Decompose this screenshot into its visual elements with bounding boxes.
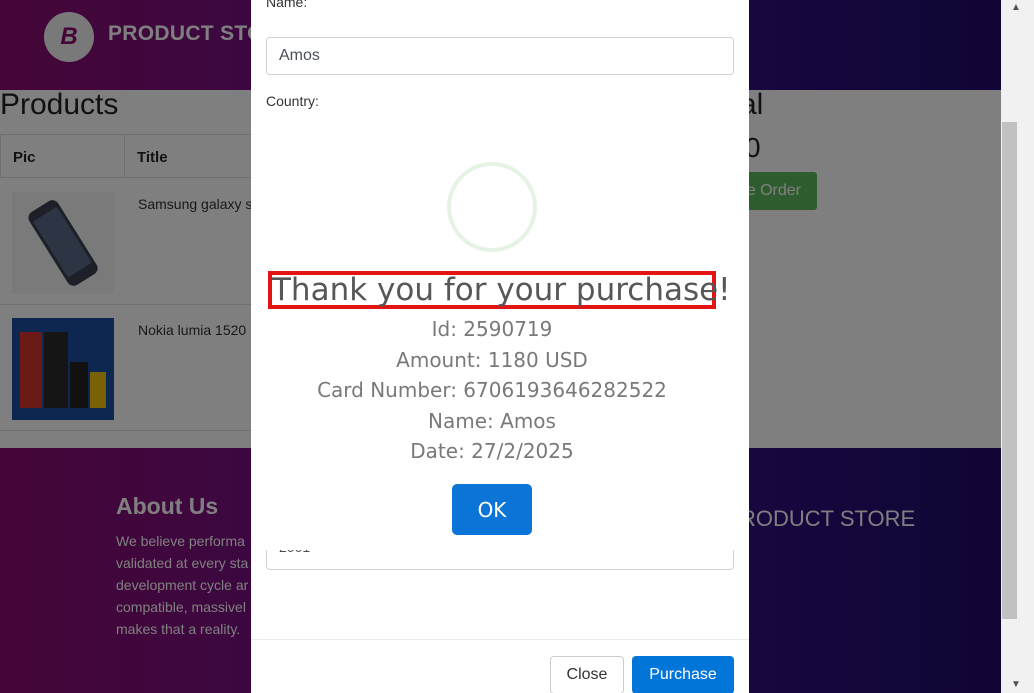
scroll-up-arrow-icon[interactable]: ▲ [1011,2,1021,13]
purchase-button[interactable]: Purchase [632,656,734,693]
page-scrollbar[interactable]: ▲ ▼ [1001,0,1034,693]
order-card-number: Card Number: 6706193646282522 [317,378,667,402]
order-name: Name: Amos [428,408,556,433]
order-id: Id: 2590719 [431,317,553,341]
order-date: Date: 27/2/2025 [410,439,574,463]
purchase-confirmation-dialog: Thank you for your purchase! Id: 2590719… [251,126,749,550]
modal-footer: Close Purchase [251,639,749,693]
success-check-icon [447,162,537,252]
country-label: Country: [266,93,319,109]
ok-button[interactable]: OK [452,484,532,535]
alert-details: Id: 2590719 Amount: 1180 USD Card Number… [251,314,733,467]
order-amount: Amount: 1180 USD [396,347,588,372]
scroll-down-arrow-icon[interactable]: ▼ [1011,679,1021,690]
alert-title: Thank you for your purchase! [268,271,731,309]
close-button[interactable]: Close [550,656,624,693]
name-label: Name: [266,0,308,10]
name-field[interactable]: Amos [266,37,734,75]
scroll-thumb[interactable] [1002,122,1017,619]
